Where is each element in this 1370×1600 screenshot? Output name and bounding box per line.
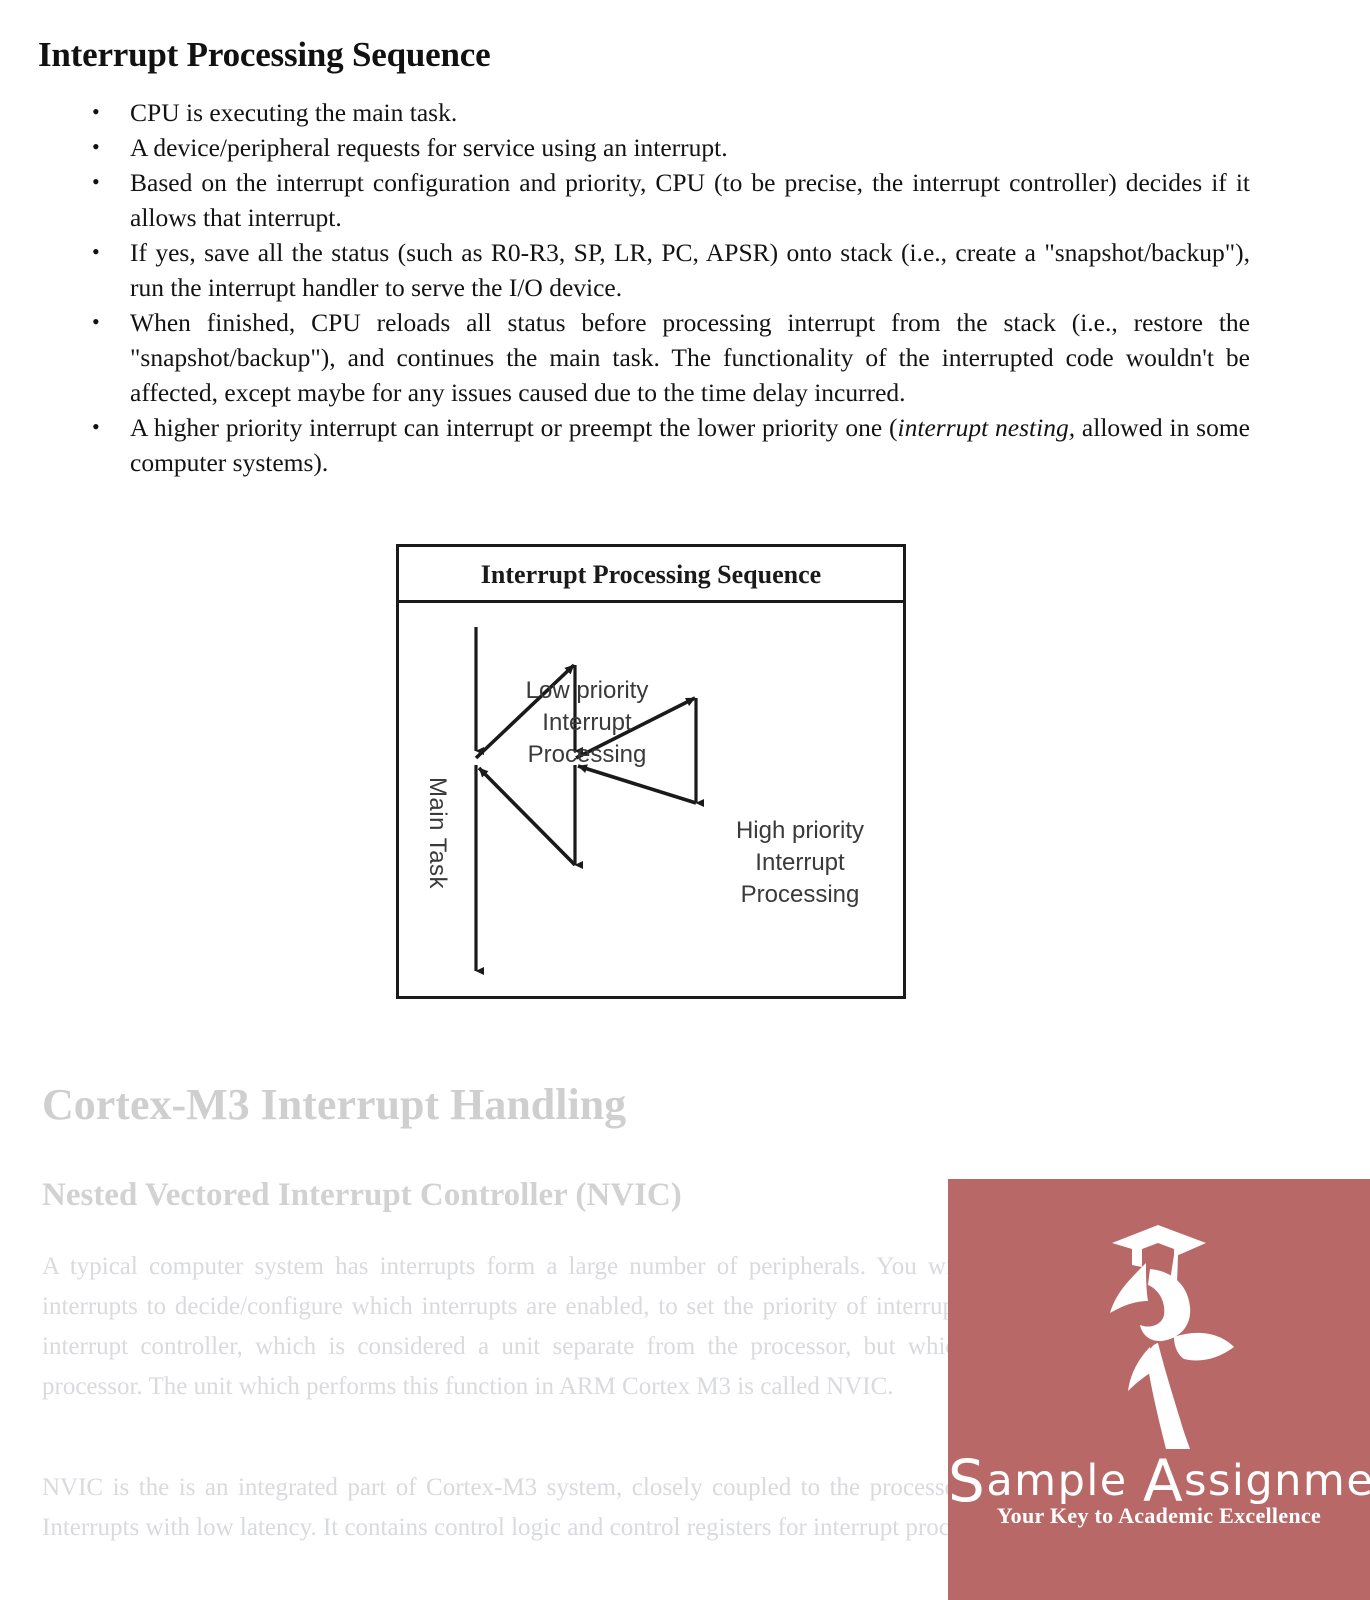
watermark-overlay: Sample Assignment Your Key to Academic E… bbox=[948, 1179, 1370, 1600]
watermark-tagline: Your Key to Academic Excellence bbox=[996, 1503, 1322, 1528]
high-priority-label-line1: High priority bbox=[735, 817, 865, 844]
high-priority-label-line2: Interrupt bbox=[755, 849, 845, 876]
main-task-label: Main Task bbox=[424, 776, 451, 890]
low-priority-label-line2: Interrupt bbox=[542, 709, 632, 736]
low-priority-label-line3: Processing bbox=[527, 741, 647, 768]
low-priority-label: Low priority Interrupt Processing bbox=[497, 675, 677, 771]
list-item: A higher priority interrupt can interrup… bbox=[70, 409, 1250, 480]
list-item: If yes, save all the status (such as R0-… bbox=[70, 234, 1250, 305]
section-heading-cortex-m3: Cortex-M3 Interrupt Handling bbox=[42, 1079, 627, 1129]
list-item-text-italic: interrupt nesting, bbox=[897, 413, 1076, 442]
list-item: CPU is executing the main task. bbox=[70, 94, 1250, 130]
high-priority-label-line3: Processing bbox=[740, 881, 860, 908]
figure-caption: Interrupt Processing Sequence bbox=[399, 547, 903, 603]
section-heading-nvic: Nested Vectored Interrupt Controller (NV… bbox=[42, 1177, 682, 1213]
graduation-figure-logo bbox=[1110, 1225, 1234, 1449]
high-priority-return-arrow bbox=[577, 764, 697, 805]
interrupt-sequence-figure: Interrupt Processing Sequence Low priori… bbox=[396, 544, 906, 999]
high-priority-label: High priority Interrupt Processing bbox=[705, 815, 895, 911]
interrupt-sequence-list: CPU is executing the main task. A device… bbox=[70, 94, 1250, 480]
watermark-brand-rest-1: ample bbox=[986, 1456, 1143, 1506]
watermark-brand-rest-2: ssignment bbox=[1184, 1456, 1370, 1506]
interrupt-timeline-diagram bbox=[474, 627, 704, 975]
list-item: A device/peripheral requests for service… bbox=[70, 129, 1250, 165]
figure-canvas: Low priority Interrupt Processing High p… bbox=[399, 603, 903, 999]
list-item: When finished, CPU reloads all status be… bbox=[70, 304, 1250, 410]
low-priority-return-arrow bbox=[477, 766, 577, 867]
low-priority-label-line1: Low priority bbox=[525, 677, 649, 704]
list-item: Based on the interrupt configuration and… bbox=[70, 164, 1250, 235]
page-title: Interrupt Processing Sequence bbox=[38, 35, 491, 75]
list-item-text-prefix: A higher priority interrupt can interrup… bbox=[130, 413, 898, 442]
